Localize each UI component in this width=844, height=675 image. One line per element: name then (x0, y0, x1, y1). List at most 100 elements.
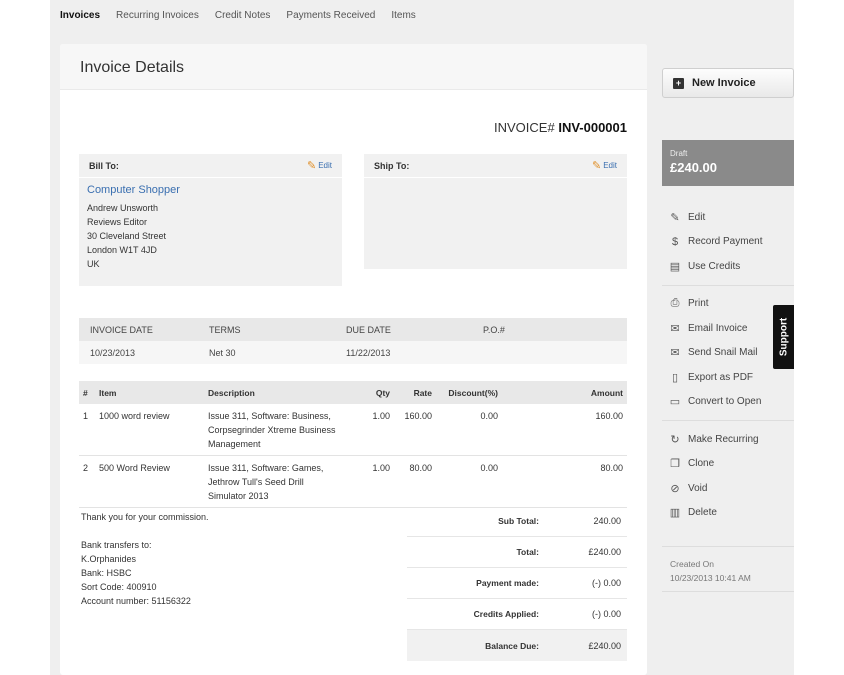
col-description: Description (204, 381, 360, 404)
support-tab[interactable]: Support (773, 305, 794, 369)
table-row: 1 1000 word review Issue 311, Software: … (79, 404, 627, 456)
action-label: Send Snail Mail (688, 347, 758, 359)
action-label: Record Payment (688, 236, 763, 248)
col-discount: Discount(%) (436, 381, 502, 404)
address-line: UK (87, 259, 100, 269)
invoice-notes: Thank you for your commission. Bank tran… (81, 510, 381, 608)
row-qty: 1.00 (360, 404, 394, 456)
col-qty: Qty (360, 381, 394, 404)
action-convert-to-open[interactable]: ▭ Convert to Open (662, 390, 794, 415)
mail-icon: ✉ (670, 347, 680, 360)
created-value: 10/23/2013 10:41 AM (670, 573, 751, 583)
invoice-number-value: INV-000001 (558, 120, 627, 135)
balance-due-label: Balance Due: (485, 640, 539, 651)
row-num: 1 (79, 404, 95, 456)
row-discount: 0.00 (436, 455, 502, 508)
action-label: Void (688, 482, 708, 494)
ship-to-edit-button[interactable]: ✎ Edit (591, 160, 617, 172)
total-value: £240.00 (588, 547, 621, 557)
payment-icon: $ (671, 235, 679, 248)
invoice-number-label: INVOICE# (494, 120, 555, 135)
invoice-meta: INVOICE DATE TERMS DUE DATE P.O.# 10/23/… (79, 318, 627, 364)
ship-to-label: Ship To: (374, 161, 410, 171)
bill-to-edit-button[interactable]: ✎ Edit (306, 160, 332, 172)
action-label: Edit (688, 211, 706, 223)
ship-to-edit-label: Edit (603, 161, 617, 170)
bank-line: Bank transfers to: (81, 540, 152, 550)
row-rate: 160.00 (394, 404, 436, 456)
col-item: Item (95, 381, 204, 404)
action-edit[interactable]: ✎ Edit (662, 205, 794, 230)
pencil-icon: ✎ (306, 160, 317, 172)
address-line: 30 Cleveland Street (87, 231, 167, 241)
pencil-icon: ✎ (591, 160, 602, 172)
tab-items[interactable]: Items (391, 10, 415, 21)
action-label: Print (688, 298, 709, 310)
credits-applied-label: Credits Applied: (473, 609, 539, 619)
description-line: Jethrow Tull's Seed Drill (208, 477, 304, 487)
created-info: Created On 10/23/2013 10:41 AM (662, 546, 794, 592)
void-icon: ⊘ (670, 482, 680, 495)
bill-to-box: Bill To: ✎ Edit Computer Shopper Andrew … (79, 154, 342, 286)
status-badge: Draft £240.00 (662, 140, 794, 186)
tab-credit-notes[interactable]: Credit Notes (215, 10, 271, 21)
row-discount: 0.00 (436, 404, 502, 456)
subtotal-label: Sub Total: (498, 516, 539, 526)
line-items-table: # Item Description Qty Rate Discount(%) … (79, 381, 627, 508)
row-description: Issue 311, Software: Games, Jethrow Tull… (204, 455, 360, 508)
address-line: Reviews Editor (87, 217, 148, 227)
payment-made-label: Payment made: (476, 578, 539, 588)
action-label: Clone (688, 458, 715, 470)
row-item: 500 Word Review (95, 455, 204, 508)
bank-line: Sort Code: 400910 (81, 582, 157, 592)
page-title: Invoice Details (80, 59, 185, 76)
top-nav: Invoices Recurring Invoices Credit Notes… (60, 10, 432, 21)
description-line: Issue 311, Software: Business, (208, 411, 331, 421)
action-label: Convert to Open (688, 396, 762, 408)
action-void[interactable]: ⊘ Void (662, 476, 794, 501)
total-label: Total: (516, 547, 539, 557)
col-rate: Rate (394, 381, 436, 404)
row-description: Issue 311, Software: Business, Corpsegri… (204, 404, 360, 456)
row-amount: 80.00 (502, 455, 627, 508)
status-label: Draft (670, 149, 688, 158)
row-item: 1000 word review (95, 404, 204, 456)
meta-terms: Net 30 (209, 347, 236, 358)
meta-header-due: DUE DATE (346, 324, 391, 335)
action-delete[interactable]: ▥ Delete (662, 501, 794, 526)
tab-recurring-invoices[interactable]: Recurring Invoices (116, 10, 199, 21)
table-row: 2 500 Word Review Issue 311, Software: G… (79, 455, 627, 508)
bank-line: Bank: HSBC (81, 568, 132, 578)
payment-made-value: (-) 0.00 (591, 578, 621, 588)
action-label: Export as PDF (688, 371, 754, 383)
action-make-recurring[interactable]: ↻ Make Recurring (662, 427, 794, 452)
meta-header-terms: TERMS (209, 324, 241, 335)
new-invoice-label: New Invoice (692, 77, 756, 89)
pdf-icon: ▯ (671, 371, 679, 384)
address-line: Andrew Unsworth (87, 203, 159, 213)
action-clone[interactable]: ❐ Clone (662, 452, 794, 477)
row-qty: 1.00 (360, 455, 394, 508)
tab-invoices[interactable]: Invoices (60, 10, 100, 21)
action-record-payment[interactable]: $ Record Payment (662, 230, 794, 255)
customer-name-link[interactable]: Computer Shopper (87, 184, 334, 196)
pencil-icon: ✎ (670, 211, 680, 224)
description-line: Corpsegrinder Xtreme Business (208, 425, 336, 435)
new-invoice-button[interactable]: + New Invoice (662, 68, 794, 98)
invoice-number: INVOICE# INV-000001 (494, 120, 627, 135)
action-label: Delete (688, 507, 717, 519)
col-amount: Amount (502, 381, 627, 404)
row-amount: 160.00 (502, 404, 627, 456)
action-label: Make Recurring (688, 433, 759, 445)
action-use-credits[interactable]: ▤ Use Credits (662, 254, 794, 279)
credits-icon: ▤ (669, 260, 681, 273)
payment-made-row: Payment made: (-) 0.00 (407, 568, 627, 599)
action-label: Use Credits (688, 260, 741, 272)
subtotal-value: 240.00 (593, 516, 621, 526)
ship-to-box: Ship To: ✎ Edit (364, 154, 627, 269)
credits-applied-row: Credits Applied: (-) 0.00 (407, 599, 627, 630)
trash-icon: ▥ (669, 507, 681, 520)
tab-payments-received[interactable]: Payments Received (286, 10, 375, 21)
clone-icon: ❐ (670, 458, 680, 471)
bill-to-label: Bill To: (89, 161, 119, 171)
